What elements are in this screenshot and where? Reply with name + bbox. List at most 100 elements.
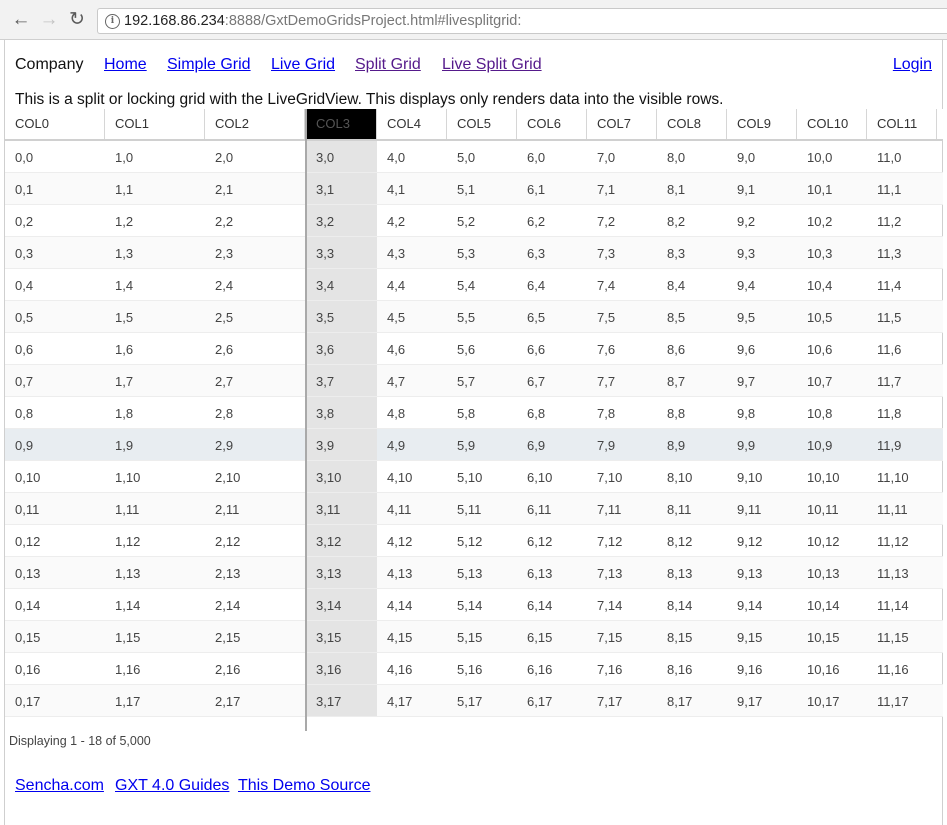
- grid-cell[interactable]: 10,9: [797, 429, 867, 460]
- grid-cell[interactable]: 9,6: [727, 333, 797, 364]
- grid-cell[interactable]: 11,12: [867, 525, 937, 556]
- grid-cell[interactable]: 10,6: [797, 333, 867, 364]
- grid-cell[interactable]: 11,1: [867, 173, 937, 204]
- grid-cell[interactable]: 1,6: [105, 333, 205, 364]
- grid-cell[interactable]: 3,11: [306, 493, 377, 524]
- grid-cell[interactable]: 5,3: [447, 237, 517, 268]
- grid-cell[interactable]: 9,13: [727, 557, 797, 588]
- grid-cell[interactable]: 8,11: [657, 493, 727, 524]
- login-link[interactable]: Login: [893, 56, 932, 74]
- column-header-col3[interactable]: COL3: [306, 109, 377, 139]
- grid-cell[interactable]: 7,12: [587, 525, 657, 556]
- nav-link-simple-grid[interactable]: Simple Grid: [167, 56, 251, 74]
- column-header-col11[interactable]: COL11: [867, 109, 937, 139]
- grid-cell[interactable]: 11,15: [867, 621, 937, 652]
- table-row[interactable]: 0,5 1,5 2,5 3,5 4,5 5,5 6,5 7,5 8,5 9,5 10,5 11,5: [5, 301, 943, 333]
- grid-cell[interactable]: 10,0: [797, 141, 867, 172]
- grid-cell[interactable]: 5,0: [447, 141, 517, 172]
- grid-cell[interactable]: 3,16: [306, 653, 377, 684]
- grid-cell[interactable]: 8,14: [657, 589, 727, 620]
- grid-cell[interactable]: 11,9: [867, 429, 937, 460]
- grid-cell[interactable]: 0,4: [5, 269, 105, 300]
- grid-cell[interactable]: 6,15: [517, 621, 587, 652]
- grid-cell[interactable]: 9,3: [727, 237, 797, 268]
- grid-cell[interactable]: 1,15: [105, 621, 205, 652]
- grid-cell[interactable]: 10,12: [797, 525, 867, 556]
- grid-cell[interactable]: 10,10: [797, 461, 867, 492]
- grid-cell[interactable]: 10,3: [797, 237, 867, 268]
- grid-cell[interactable]: 6,16: [517, 653, 587, 684]
- grid-cell[interactable]: 3,6: [306, 333, 377, 364]
- grid-cell[interactable]: 10,2: [797, 205, 867, 236]
- table-row[interactable]: 0,1 1,1 2,1 3,1 4,1 5,1 6,1 7,1 8,1 9,1 10,1 11,1: [5, 173, 943, 205]
- grid-cell[interactable]: 8,4: [657, 269, 727, 300]
- grid-cell[interactable]: 6,10: [517, 461, 587, 492]
- grid-cell[interactable]: 6,14: [517, 589, 587, 620]
- table-row[interactable]: 0,9 1,9 2,9 3,9 4,9 5,9 6,9 7,9 8,9 9,9 10,9 11,9: [5, 429, 943, 461]
- grid-cell[interactable]: 3,10: [306, 461, 377, 492]
- column-header-col4[interactable]: COL4: [377, 109, 447, 139]
- grid-cell[interactable]: 7,17: [587, 685, 657, 716]
- grid-cell[interactable]: 4,8: [377, 397, 447, 428]
- grid-cell[interactable]: 0,10: [5, 461, 105, 492]
- grid-cell[interactable]: 8,13: [657, 557, 727, 588]
- column-header-col2[interactable]: COL2: [205, 109, 305, 139]
- grid-cell[interactable]: 11,11: [867, 493, 937, 524]
- grid-cell[interactable]: 1,9: [105, 429, 205, 460]
- grid-cell[interactable]: 2,7: [205, 365, 305, 396]
- grid-cell[interactable]: 4,11: [377, 493, 447, 524]
- grid-cell[interactable]: 10,1: [797, 173, 867, 204]
- grid-cell[interactable]: 2,2: [205, 205, 305, 236]
- grid-cell[interactable]: 10,5: [797, 301, 867, 332]
- grid-cell[interactable]: 10,13: [797, 557, 867, 588]
- grid-cell[interactable]: 6,6: [517, 333, 587, 364]
- grid-cell[interactable]: 1,7: [105, 365, 205, 396]
- grid-cell[interactable]: 11,16: [867, 653, 937, 684]
- grid-cell[interactable]: 2,16: [205, 653, 305, 684]
- grid-cell[interactable]: 7,2: [587, 205, 657, 236]
- grid-cell[interactable]: 7,14: [587, 589, 657, 620]
- grid-cell[interactable]: 0,3: [5, 237, 105, 268]
- grid-cell[interactable]: 4,2: [377, 205, 447, 236]
- grid-cell[interactable]: 8,0: [657, 141, 727, 172]
- grid-cell[interactable]: 7,15: [587, 621, 657, 652]
- grid-cell[interactable]: 9,4: [727, 269, 797, 300]
- grid-cell[interactable]: 11,14: [867, 589, 937, 620]
- table-row[interactable]: 0,4 1,4 2,4 3,4 4,4 5,4 6,4 7,4 8,4 9,4 10,4 11,4: [5, 269, 943, 301]
- grid-cell[interactable]: 2,5: [205, 301, 305, 332]
- forward-arrow-icon[interactable]: →: [38, 9, 60, 31]
- footer-link-gxt-guides[interactable]: GXT 4.0 Guides: [115, 777, 229, 795]
- grid-cell[interactable]: 5,15: [447, 621, 517, 652]
- grid-cell[interactable]: 10,8: [797, 397, 867, 428]
- nav-link-live-split-grid[interactable]: Live Split Grid: [442, 56, 542, 74]
- grid-cell[interactable]: 2,10: [205, 461, 305, 492]
- grid-cell[interactable]: 5,6: [447, 333, 517, 364]
- grid-cell[interactable]: 1,4: [105, 269, 205, 300]
- grid-cell[interactable]: 1,17: [105, 685, 205, 716]
- grid-cell[interactable]: 9,12: [727, 525, 797, 556]
- grid-cell[interactable]: 1,10: [105, 461, 205, 492]
- table-row[interactable]: 0,15 1,15 2,15 3,15 4,15 5,15 6,15 7,15 8,15 9,15…: [5, 621, 943, 653]
- grid-cell[interactable]: 9,2: [727, 205, 797, 236]
- grid-cell[interactable]: 0,0: [5, 141, 105, 172]
- grid-cell[interactable]: 0,16: [5, 653, 105, 684]
- grid-cell[interactable]: 3,14: [306, 589, 377, 620]
- grid-cell[interactable]: 5,7: [447, 365, 517, 396]
- grid-cell[interactable]: 1,2: [105, 205, 205, 236]
- grid-cell[interactable]: 2,0: [205, 141, 305, 172]
- grid-cell[interactable]: 6,12: [517, 525, 587, 556]
- grid-cell[interactable]: 7,0: [587, 141, 657, 172]
- table-row[interactable]: 0,8 1,8 2,8 3,8 4,8 5,8 6,8 7,8 8,8 9,8 10,8 11,8: [5, 397, 943, 429]
- grid-cell[interactable]: 5,8: [447, 397, 517, 428]
- grid-cell[interactable]: 1,13: [105, 557, 205, 588]
- grid-cell[interactable]: 0,7: [5, 365, 105, 396]
- grid-cell[interactable]: 9,15: [727, 621, 797, 652]
- grid-cell[interactable]: 9,9: [727, 429, 797, 460]
- table-row[interactable]: 0,3 1,3 2,3 3,3 4,3 5,3 6,3 7,3 8,3 9,3 10,3 11,3: [5, 237, 943, 269]
- grid-cell[interactable]: 11,6: [867, 333, 937, 364]
- grid-cell[interactable]: 0,11: [5, 493, 105, 524]
- table-row[interactable]: 0,7 1,7 2,7 3,7 4,7 5,7 6,7 7,7 8,7 9,7 10,7 11,7: [5, 365, 943, 397]
- grid-cell[interactable]: 8,2: [657, 205, 727, 236]
- table-row[interactable]: 0,17 1,17 2,17 3,17 4,17 5,17 6,17 7,17 8,17 9,17…: [5, 685, 943, 717]
- grid-cell[interactable]: 2,8: [205, 397, 305, 428]
